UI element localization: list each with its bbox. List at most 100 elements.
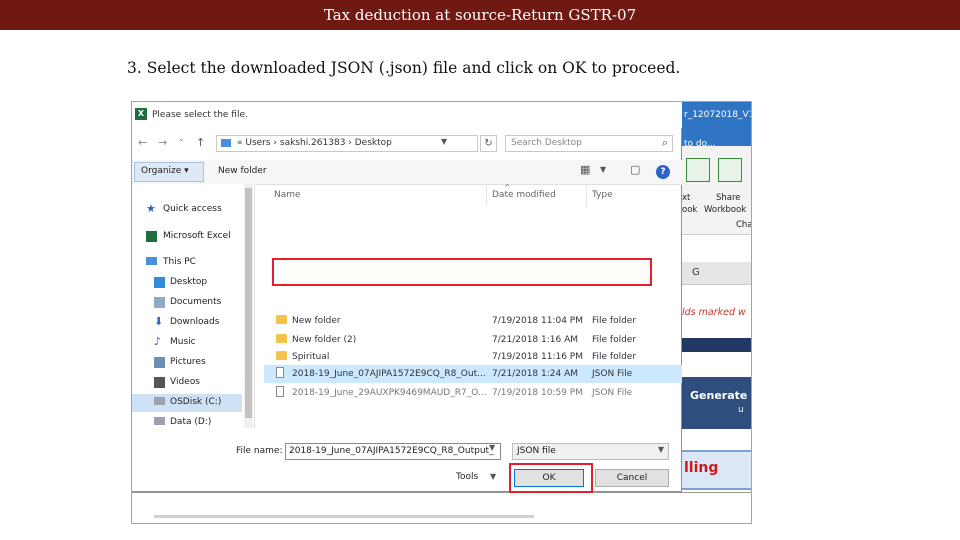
filing-label: lling: [684, 460, 719, 476]
file-name-input[interactable]: 2018-19_June_07AJIPA1572E9CQ_R8_Output_: [285, 443, 501, 460]
share-workbook-icon: [718, 158, 742, 182]
computer-icon: [146, 257, 157, 265]
file-row-selected[interactable]: 2018-19_June_07AJIPA1572E9CQ_R8_Out... 7/…: [264, 365, 682, 383]
search-placeholder: Search Desktop: [511, 138, 582, 148]
file-list: ^ Name Date modified Type New folder 7/19…: [264, 183, 682, 428]
view-options-icon[interactable]: ▦: [580, 163, 590, 176]
instruction-text: 3. Select the downloaded JSON (.json) fi…: [127, 59, 681, 77]
column-type-header[interactable]: Type: [592, 190, 613, 200]
ribbon-label: ook: [682, 205, 698, 215]
file-type: File folder: [592, 352, 637, 362]
file-type: File folder: [592, 335, 637, 345]
nav-label: Desktop: [170, 277, 208, 287]
file-date: 7/21/2018 1:24 AM: [492, 369, 579, 379]
up-arrow-icon[interactable]: ↑: [196, 136, 205, 149]
file-row[interactable]: New folder (2) 7/21/2018 1:16 AM File fold…: [264, 331, 682, 349]
nav-item-documents[interactable]: Documents: [132, 294, 242, 312]
nav-item-pictures[interactable]: Pictures: [132, 354, 242, 372]
dialog-toolbar: Organize ▾ New folder ▦ ▼ ▢ ?: [132, 160, 682, 185]
highlight-box-file: [272, 258, 652, 286]
screenshot-frame: r_12072018_V1 to do... xt Share ook Work…: [131, 101, 752, 524]
address-row: ← → ⌄ ↑ « Users › sakshi.261383 › Deskto…: [132, 132, 682, 156]
excel-icon: [146, 231, 157, 242]
file-name: New folder (2): [292, 335, 357, 345]
pictures-icon: [154, 357, 165, 368]
nav-item-this-pc[interactable]: This PC: [132, 254, 242, 272]
file-type: JSON File: [592, 388, 633, 398]
nav-scroll-thumb[interactable]: [245, 188, 252, 418]
nav-item-music[interactable]: ♪ Music: [132, 334, 242, 352]
nav-item-microsoft-excel[interactable]: Microsoft Excel: [132, 228, 242, 246]
downloads-icon: ⬇: [154, 315, 164, 328]
filing-band: lling: [680, 450, 751, 490]
file-name: New folder: [292, 316, 341, 326]
file-type-select[interactable]: JSON file ▼: [512, 443, 669, 460]
ribbon-label: Share: [716, 193, 741, 203]
back-arrow-icon[interactable]: ←: [138, 136, 147, 149]
folder-icon: [276, 315, 287, 324]
chevron-down-icon[interactable]: ▼: [489, 443, 495, 452]
music-icon: ♪: [154, 335, 162, 348]
excel-title-strip: r_12072018_V1 to do...: [680, 102, 752, 149]
help-icon[interactable]: ?: [656, 165, 670, 179]
documents-icon: [154, 297, 165, 308]
nav-item-data-drive[interactable]: Data (D:): [132, 414, 242, 432]
excel-header-text: r_12072018_V1: [684, 110, 752, 120]
file-name: 2018-19_June_29AUXPK9469MAUD_R7_O...: [292, 388, 487, 398]
nav-item-quick-access[interactable]: ★ Quick access: [132, 201, 242, 219]
nav-item-desktop[interactable]: Desktop: [132, 274, 242, 292]
star-icon: ★: [146, 202, 156, 215]
new-folder-button[interactable]: New folder: [218, 166, 267, 176]
address-bar[interactable]: « Users › sakshi.261383 › Desktop ▼: [216, 135, 478, 152]
nav-label: Videos: [170, 377, 200, 387]
highlight-box-ok: [509, 463, 593, 493]
address-path[interactable]: « Users › sakshi.261383 › Desktop: [237, 138, 392, 148]
generate-button-bg: Generate u: [680, 377, 751, 429]
excel-app-icon: X: [135, 108, 147, 120]
file-row[interactable]: 2018-19_June_29AUXPK9469MAUD_R7_O... 7/19…: [264, 384, 682, 402]
file-row[interactable]: New folder 7/19/2018 11:04 PM File folder: [264, 312, 682, 330]
forward-arrow-icon[interactable]: →: [158, 136, 167, 149]
excel-dark-band: [680, 338, 751, 352]
file-open-dialog: X Please select the file. ← → ⌄ ↑ « User…: [132, 102, 682, 493]
file-type: File folder: [592, 316, 637, 326]
json-file-icon: [276, 386, 284, 397]
column-date-header[interactable]: Date modified: [492, 190, 556, 200]
file-date: 7/21/2018 1:16 AM: [492, 335, 579, 345]
organize-button[interactable]: Organize ▾: [134, 162, 204, 182]
column-name-header[interactable]: Name: [274, 190, 301, 200]
nav-item-videos[interactable]: Videos: [132, 374, 242, 392]
chevron-down-icon[interactable]: ▼: [490, 472, 496, 481]
file-type: JSON File: [592, 369, 633, 379]
preview-pane-icon[interactable]: ▢: [630, 163, 640, 176]
nav-scrollbar[interactable]: [244, 184, 253, 428]
ribbon-label: Workbook: [704, 205, 747, 215]
nav-label: This PC: [163, 257, 196, 267]
slide-title: Tax deduction at source-Return GSTR-07: [0, 0, 960, 30]
recent-locations-icon[interactable]: ⌄: [178, 134, 185, 143]
search-icon[interactable]: ⌕: [662, 136, 668, 150]
excel-column-header: G: [680, 262, 751, 285]
nav-label: Downloads: [170, 317, 220, 327]
refresh-icon[interactable]: ↻: [480, 135, 497, 152]
nav-item-downloads[interactable]: ⬇ Downloads: [132, 314, 242, 332]
chevron-down-icon[interactable]: ▼: [600, 165, 606, 174]
file-name-label: File name:: [236, 446, 283, 456]
dialog-title: Please select the file.: [152, 110, 248, 120]
nav-label: OSDisk (C:): [170, 397, 222, 407]
nav-label: Quick access: [163, 204, 222, 214]
nav-label: Data (D:): [170, 417, 212, 427]
search-input[interactable]: Search Desktop ⌕: [505, 135, 673, 152]
nav-item-osdisk[interactable]: OSDisk (C:): [132, 394, 242, 412]
chevron-down-icon: ▼: [657, 445, 664, 454]
chevron-down-icon[interactable]: ▼: [441, 137, 447, 146]
folder-icon: [276, 351, 287, 360]
tools-menu[interactable]: Tools: [456, 472, 478, 482]
ribbon-label: Cha: [736, 220, 752, 230]
nav-label: Documents: [170, 297, 222, 307]
nav-label: Music: [170, 337, 196, 347]
file-row[interactable]: Spiritual 7/19/2018 11:16 PM File folder: [264, 348, 682, 366]
cancel-button[interactable]: Cancel: [595, 469, 669, 487]
navigation-pane: ★ Quick access Microsoft Excel This PC De…: [132, 184, 255, 428]
dialog-title-bar: X Please select the file.: [132, 102, 682, 128]
